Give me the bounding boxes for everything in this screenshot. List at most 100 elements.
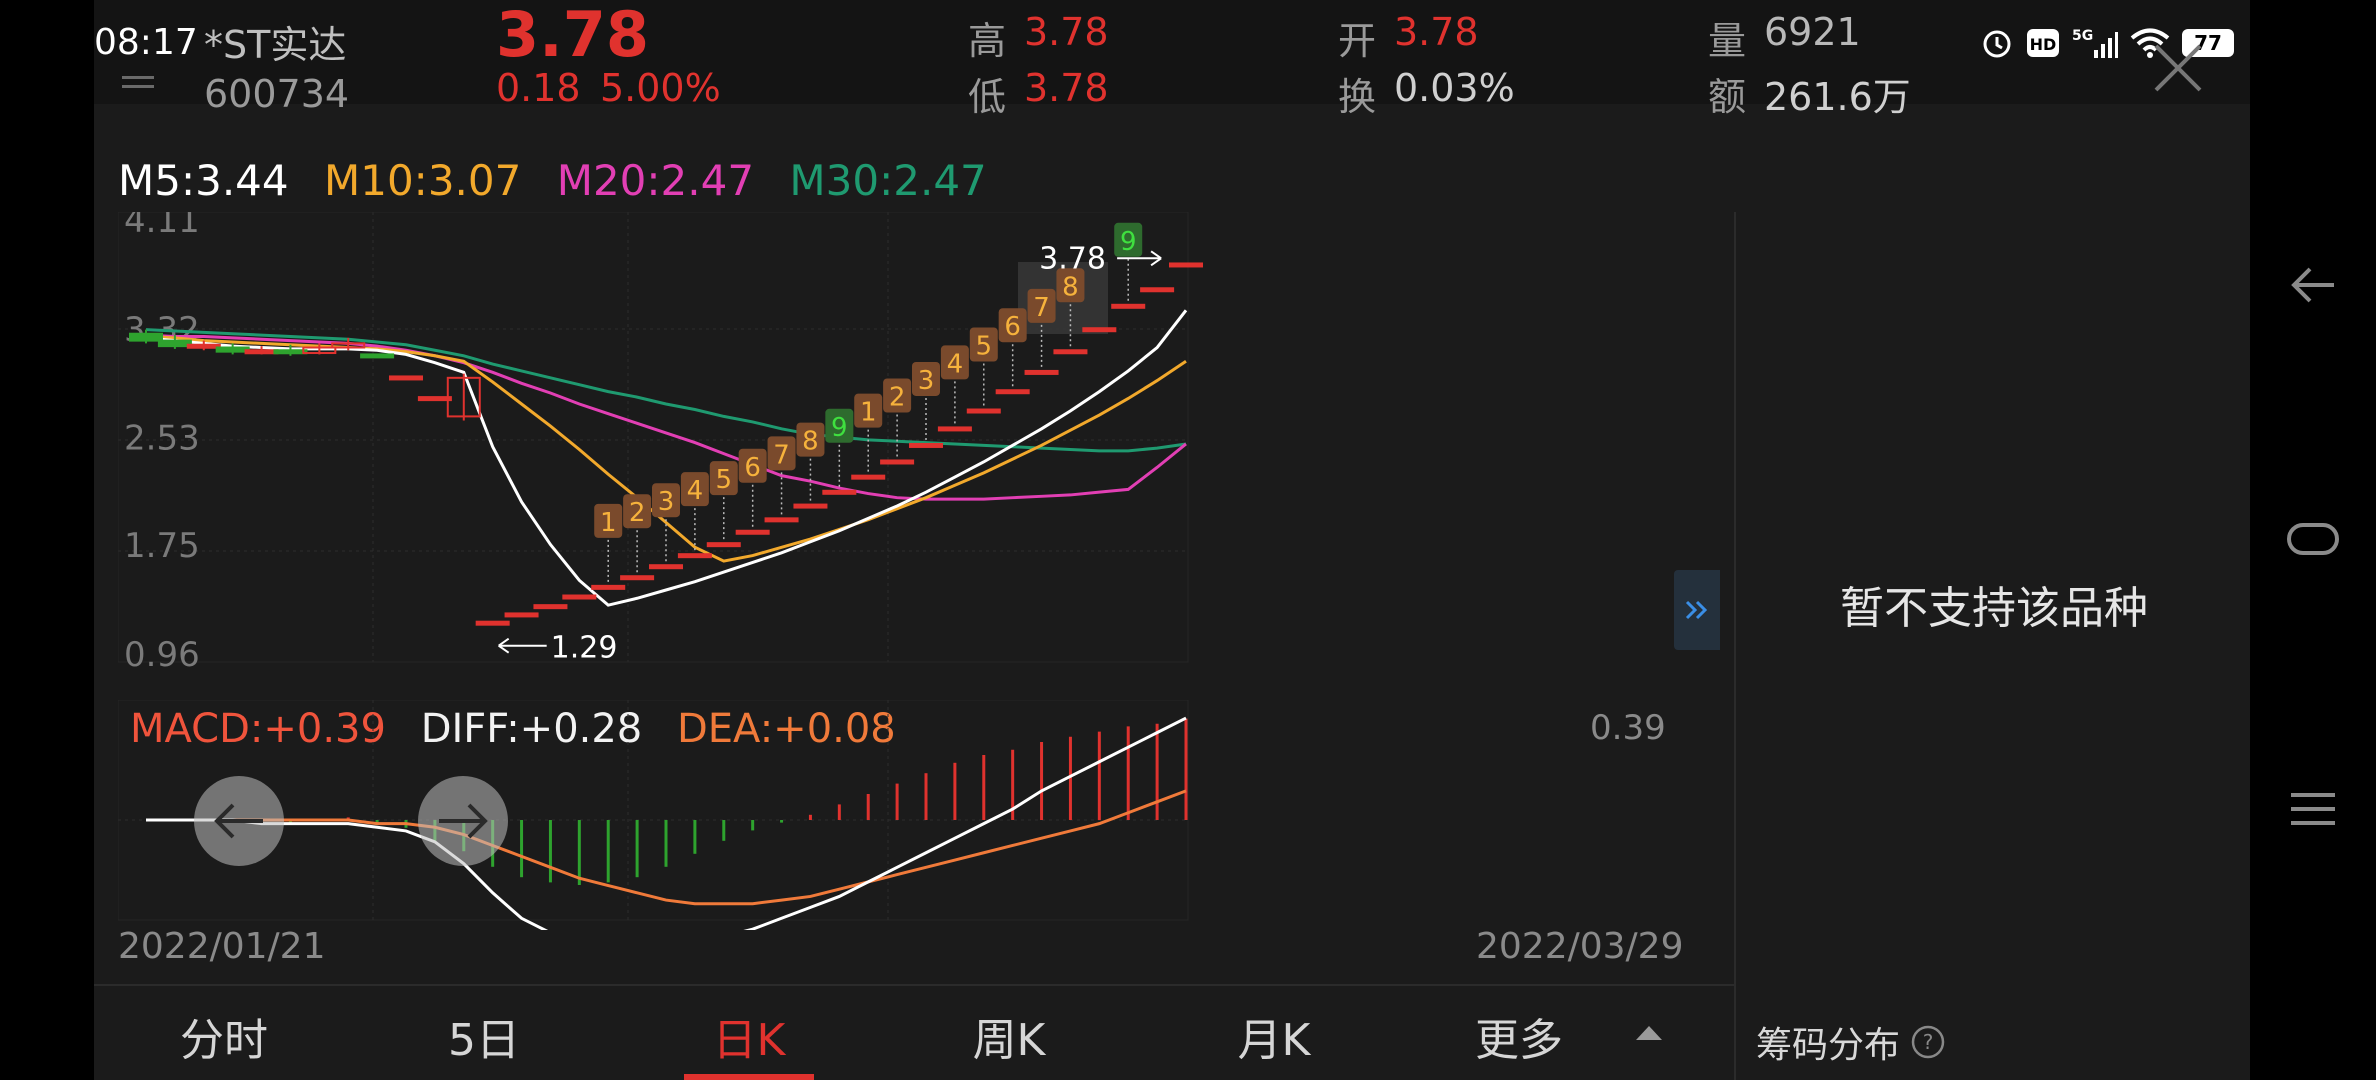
ma10-value: M10:3.07 <box>323 156 522 205</box>
td-marker-number: 9 <box>1120 227 1137 257</box>
candle-body <box>1169 262 1203 268</box>
candle-body <box>475 620 510 626</box>
stock-chart-app: 08:17 *ST实达 600734 3.78 0.18 5.00% 高 3.7… <box>94 0 2250 1080</box>
candle-body <box>244 349 279 355</box>
period-tab-bar: 分时 5日 日K 周K 月K 更多 <box>94 984 1734 1080</box>
turnover-value: 0.03% <box>1394 66 1515 110</box>
alarm-icon <box>1983 30 2011 58</box>
high-value: 3.78 <box>1024 10 1109 54</box>
amount-label: 额 <box>1708 75 1747 119</box>
stock-name: *ST实达 <box>204 23 347 67</box>
candle-body <box>1024 369 1059 375</box>
scroll-right-button[interactable] <box>418 776 508 866</box>
candle-body <box>186 343 221 349</box>
svg-text:?: ? <box>1923 1030 1934 1054</box>
candle-body <box>533 604 568 610</box>
candle-body <box>764 517 799 523</box>
td-marker-number: 1 <box>860 398 877 428</box>
double-chevron-right-icon <box>1685 600 1708 620</box>
candle-body <box>880 459 915 465</box>
td-marker-number: 2 <box>889 382 906 412</box>
nav-recents-button[interactable] <box>2250 764 2376 854</box>
start-date: 2022/01/21 <box>118 926 326 967</box>
candle-body <box>1053 349 1088 355</box>
candle-body <box>215 346 250 353</box>
arrow-left-icon <box>214 803 263 839</box>
close-icon[interactable] <box>2150 40 2206 96</box>
svg-text:5G: 5G <box>2072 28 2093 44</box>
caret-up-icon[interactable] <box>1634 1022 1664 1042</box>
open-value: 3.78 <box>1394 10 1479 54</box>
candle-body <box>1111 303 1146 309</box>
quote-header: 08:17 *ST实达 600734 3.78 0.18 5.00% 高 3.7… <box>94 0 2250 119</box>
active-tab-indicator <box>684 1074 814 1080</box>
expand-panel-button[interactable] <box>1674 570 1720 650</box>
tab-monthly-k[interactable]: 月K <box>1174 1004 1374 1068</box>
hd-icon: HD <box>2027 29 2059 57</box>
open-label: 开 <box>1338 19 1377 63</box>
candle-body <box>129 332 163 342</box>
candle-body <box>273 349 308 355</box>
price-change-pct: 5.00% <box>600 66 721 110</box>
td-marker-number: 3 <box>918 366 935 396</box>
unsupported-message: 暂不支持该品种 <box>1840 583 2148 634</box>
y-tick-label: 4.11 <box>124 212 200 241</box>
candle-body <box>157 339 192 348</box>
kline-chart[interactable]: 4.113.322.531.750.961 2 3 4 5 6 7 8 91234567891.… <box>118 212 1768 682</box>
tab-more[interactable]: 更多 <box>1419 1004 1619 1068</box>
td-marker-number: 1 <box>600 508 617 538</box>
candle-body <box>677 553 712 559</box>
menu-icon[interactable] <box>118 50 158 90</box>
left-bezel <box>0 0 94 1080</box>
td-marker-number: 5 <box>716 465 733 495</box>
td-marker-number: 2 <box>629 498 646 528</box>
candle-body <box>417 396 452 402</box>
td-marker-number: 6 <box>744 453 761 483</box>
candle-body <box>591 584 626 590</box>
chip-distribution-button[interactable]: 筹码分布 ? <box>1756 1016 1946 1068</box>
ma-legend: M5:3.44 M10:3.07 M20:2.47 M30:2.47 <box>118 156 1009 205</box>
amount-value: 261.6万 <box>1764 75 1911 119</box>
help-icon[interactable]: ? <box>1910 1024 1946 1060</box>
end-date: 2022/03/29 <box>1476 926 1684 967</box>
tab-intraday[interactable]: 分时 <box>124 1004 324 1068</box>
low-value: 3.78 <box>1024 66 1109 110</box>
nav-home-button[interactable] <box>2250 494 2376 584</box>
ma5-value: M5:3.44 <box>118 156 289 205</box>
nav-back-button[interactable] <box>2250 240 2376 330</box>
tab-5day[interactable]: 5日 <box>384 1004 584 1068</box>
tab-weekly-k[interactable]: 周K <box>909 1004 1109 1068</box>
candle-body <box>793 503 828 509</box>
candle-body <box>360 353 395 359</box>
candle-body <box>822 489 857 495</box>
back-arrow-icon <box>2291 267 2334 303</box>
svg-text:HD: HD <box>2030 35 2057 54</box>
candle-body <box>1082 327 1117 333</box>
macd-chart[interactable] <box>118 700 1768 930</box>
stock-code: 600734 <box>204 72 350 116</box>
turnover-label: 换 <box>1338 75 1377 119</box>
low-label: 低 <box>968 75 1007 119</box>
ma20-line <box>145 333 1187 501</box>
td-marker-number: 6 <box>1004 312 1021 342</box>
current-price: 3.78 <box>496 0 649 71</box>
candle-body <box>620 575 655 581</box>
ma30-value: M30:2.47 <box>789 156 987 205</box>
scroll-left-button[interactable] <box>194 776 284 866</box>
menu-lines-icon <box>2291 793 2335 825</box>
candle-body <box>1140 287 1175 293</box>
td-marker-number: 8 <box>1062 272 1079 302</box>
volume-value: 6921 <box>1764 10 1861 54</box>
candle-body <box>562 594 597 600</box>
tab-daily-k[interactable]: 日K <box>649 1004 849 1068</box>
td-marker-number: 4 <box>687 476 704 506</box>
td-marker-number: 5 <box>976 332 993 362</box>
candle-body <box>649 564 683 570</box>
arrow-right-icon <box>439 803 488 839</box>
system-nav-bar <box>2250 0 2376 1080</box>
candle-body <box>389 375 423 381</box>
candle-body <box>706 542 741 548</box>
high-price-label: 3.78 <box>1039 241 1106 276</box>
y-tick-label: 0.96 <box>124 635 200 675</box>
candle-body <box>909 442 943 448</box>
